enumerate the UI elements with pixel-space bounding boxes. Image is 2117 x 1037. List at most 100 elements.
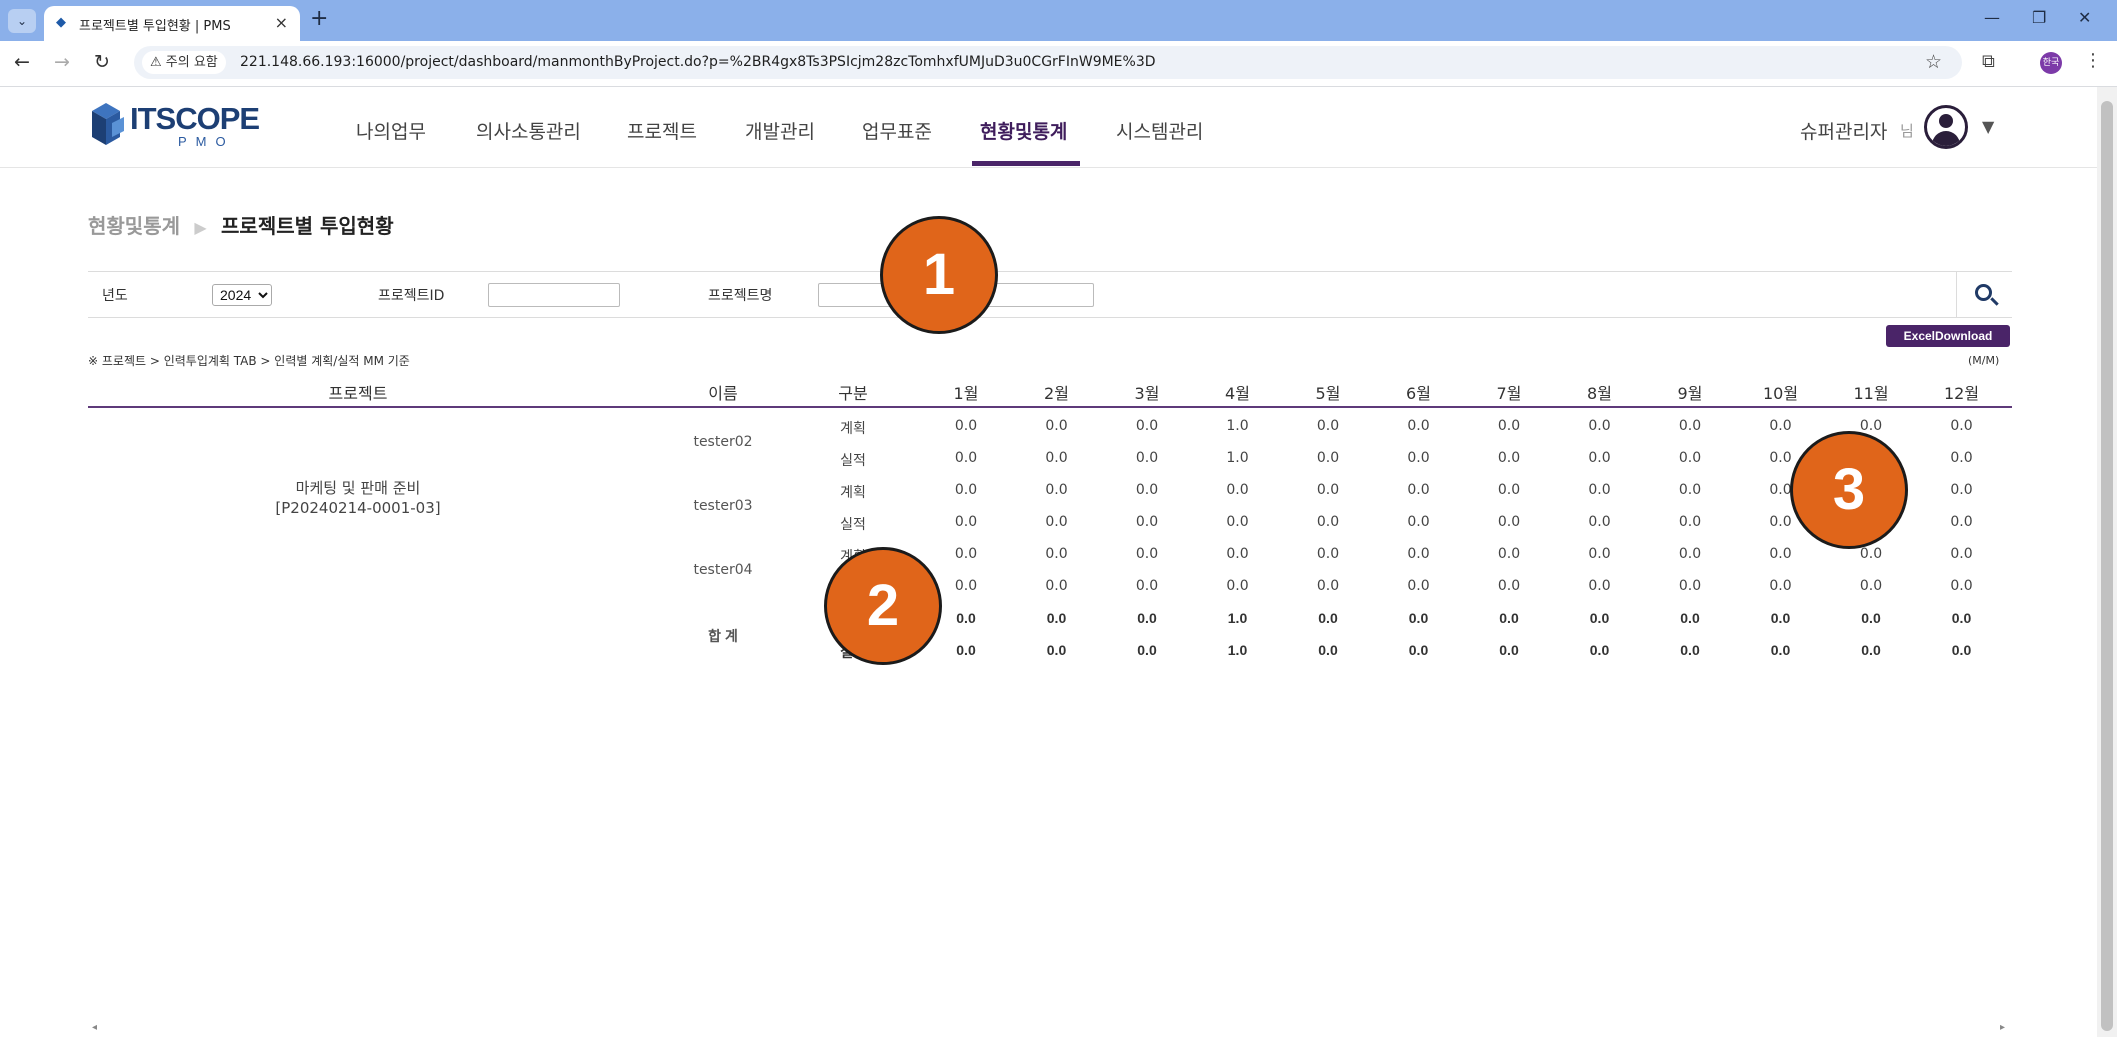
browser-tab-bar: ⌄ ◆ 프로젝트별 투입현황 | PMS × + — ❐ ✕ (0, 0, 2117, 41)
scroll-right-icon[interactable]: ▸ (2000, 1022, 2005, 1033)
header-month-2: 2월 (1044, 384, 1069, 403)
mm-value-cell: 0.0 (1950, 546, 1973, 562)
omnibox[interactable]: ⚠ 주의 요함 221.148.66.193:16000/project/das… (134, 46, 1962, 79)
breadcrumb: 현황및통계 ▶ 프로젝트별 투입현황 (88, 210, 394, 239)
mm-value-cell: 0.0 (1589, 642, 1610, 658)
mm-value-cell: 0.0 (1318, 642, 1338, 658)
nav-system-admin[interactable]: 시스템관리 (1116, 117, 1203, 144)
profile-avatar[interactable]: 한국 (2040, 52, 2062, 74)
vertical-scrollbar[interactable] (2097, 87, 2117, 1037)
row-type-label: 실적 (840, 453, 866, 469)
project-id-input[interactable] (488, 283, 620, 307)
breadcrumb-parent[interactable]: 현황및통계 (88, 214, 180, 238)
mm-value-cell: 0.0 (1588, 482, 1611, 498)
mm-value-cell: 0.0 (1045, 482, 1068, 498)
mm-value-cell: 0.0 (1951, 610, 1972, 626)
browser-menu-icon[interactable]: ⋮ (2084, 50, 2102, 71)
mm-value-cell: 0.0 (1137, 642, 1157, 658)
new-tab-icon[interactable]: + (310, 6, 328, 31)
manmonth-table: 프로젝트 이름 구분 1월 2월 3월 4월 5월 6월 7월 8월 9월 10월 11월 12월 마… (88, 373, 2012, 660)
close-tab-icon[interactable]: × (275, 13, 288, 32)
nav-my-work[interactable]: 나의업무 (356, 117, 426, 144)
minimize-icon[interactable]: — (1984, 8, 2000, 27)
user-avatar-icon[interactable] (1924, 105, 1968, 149)
row-type-label: 계획 (840, 421, 866, 437)
header-month-10: 10월 (1762, 384, 1799, 403)
back-icon[interactable]: ← (14, 51, 30, 73)
tab-search-button[interactable]: ⌄ (8, 9, 36, 33)
reload-icon[interactable]: ↻ (94, 51, 110, 73)
breadcrumb-arrow-icon: ▶ (194, 218, 207, 237)
header-month-4: 4월 (1225, 384, 1250, 403)
header-month-12: 12월 (1943, 384, 1980, 403)
user-suffix: 님 (1900, 122, 1914, 140)
mm-value-cell: 0.0 (1678, 482, 1702, 498)
mm-value-cell: 0.0 (1316, 482, 1340, 498)
mm-value-cell: 0.0 (1589, 610, 1610, 626)
mm-value-cell: 0.0 (1950, 482, 1973, 498)
page-title: 프로젝트별 투입현황 (221, 214, 394, 238)
callout-marker-3: 3 (1790, 431, 1908, 549)
mm-value-cell: 0.0 (1769, 418, 1792, 434)
mm-value-cell: 1.0 (1227, 610, 1248, 626)
scroll-left-icon[interactable]: ◂ (92, 1022, 97, 1033)
logo-subtext: PMO (178, 134, 235, 149)
extensions-icon[interactable]: ⧉ (1982, 51, 1995, 72)
nav-project[interactable]: 프로젝트 (627, 117, 697, 144)
search-button[interactable] (1956, 272, 2012, 317)
mm-value-cell: 0.0 (1408, 610, 1429, 626)
mm-value-cell: 0.0 (1678, 546, 1702, 562)
project-name-label: 프로젝트명 (708, 288, 773, 304)
mm-value-cell: 0.0 (1316, 450, 1340, 466)
mm-value-cell: 0.0 (1407, 450, 1430, 466)
mm-value-cell: 0.0 (954, 450, 978, 466)
mm-value-cell: 0.0 (1226, 482, 1249, 498)
mm-value-cell: 0.0 (1588, 578, 1611, 594)
url-text[interactable]: 221.148.66.193:16000/project/dashboard/m… (240, 54, 1156, 70)
window-close-icon[interactable]: ✕ (2078, 8, 2091, 27)
excel-download-button[interactable]: ExcelDownload (1886, 325, 2010, 347)
table-row: 실적0.00.00.01.00.00.00.00.00.00.00.00.0 (88, 442, 2012, 474)
callout-marker-2: 2 (824, 547, 942, 665)
mm-value-cell: 0.0 (1769, 578, 1792, 594)
browser-tab-active[interactable]: ◆ 프로젝트별 투입현황 | PMS × (44, 6, 300, 41)
unit-label: (M/M) (1968, 354, 2000, 367)
mm-value-cell: 0.0 (954, 482, 978, 498)
table-row: 실적0.00.00.00.00.00.00.00.00.00.00.00.0 (88, 570, 2012, 602)
mm-value-cell: 0.0 (1588, 546, 1611, 562)
mm-value-cell: 0.0 (1861, 642, 1881, 658)
mm-value-cell: 0.0 (1950, 450, 1973, 466)
nav-work-standard[interactable]: 업무표준 (862, 117, 932, 144)
mm-value-cell: 0.0 (954, 418, 978, 434)
header-month-3: 3월 (1134, 384, 1160, 403)
mm-value-cell: 0.0 (1226, 546, 1249, 562)
security-chip[interactable]: ⚠ 주의 요함 (142, 51, 226, 74)
bookmark-star-icon[interactable]: ☆ (1925, 51, 1942, 73)
tab-title: 프로젝트별 투입현황 | PMS (79, 19, 231, 34)
nav-development[interactable]: 개발관리 (745, 117, 815, 144)
mm-value-cell: 0.0 (1678, 418, 1702, 434)
header-month-9: 9월 (1677, 384, 1703, 403)
mm-value-cell: 0.0 (1045, 450, 1068, 466)
mm-value-cell: 0.0 (1407, 546, 1430, 562)
header-month-6: 6월 (1406, 384, 1431, 403)
user-name[interactable]: 슈퍼관리자 (1800, 117, 1887, 144)
mm-value-cell: 1.0 (1226, 418, 1249, 434)
forward-icon[interactable]: → (54, 51, 70, 73)
nav-communication[interactable]: 의사소통관리 (476, 117, 581, 144)
year-select[interactable]: 2024 (212, 284, 272, 306)
mm-value-cell: 0.0 (1680, 610, 1700, 626)
mm-value-cell: 0.0 (1769, 546, 1792, 562)
itscope-logo[interactable]: ITSCOPE PMO (86, 101, 260, 151)
table-header: 프로젝트 이름 구분 1월 2월 3월 4월 5월 6월 7월 8월 9월 10월 11월 12월 (88, 373, 2012, 408)
restore-icon[interactable]: ❐ (2032, 8, 2046, 27)
mm-value-cell: 0.0 (1137, 610, 1157, 626)
logo-cube-icon (92, 103, 124, 145)
user-menu-caret-icon[interactable]: ▼ (1982, 117, 1994, 136)
nav-status-statistics[interactable]: 현황및통계 (980, 117, 1067, 144)
header-month-7: 7월 (1496, 384, 1522, 403)
app-header: ITSCOPE PMO 나의업무 의사소통관리 프로젝트 개발관리 업무표준 현… (0, 87, 2097, 168)
mm-value-cell: 0.0 (1770, 642, 1791, 658)
mm-value-cell: 0.0 (1497, 418, 1521, 434)
mm-value-cell: 0.0 (1859, 578, 1883, 594)
